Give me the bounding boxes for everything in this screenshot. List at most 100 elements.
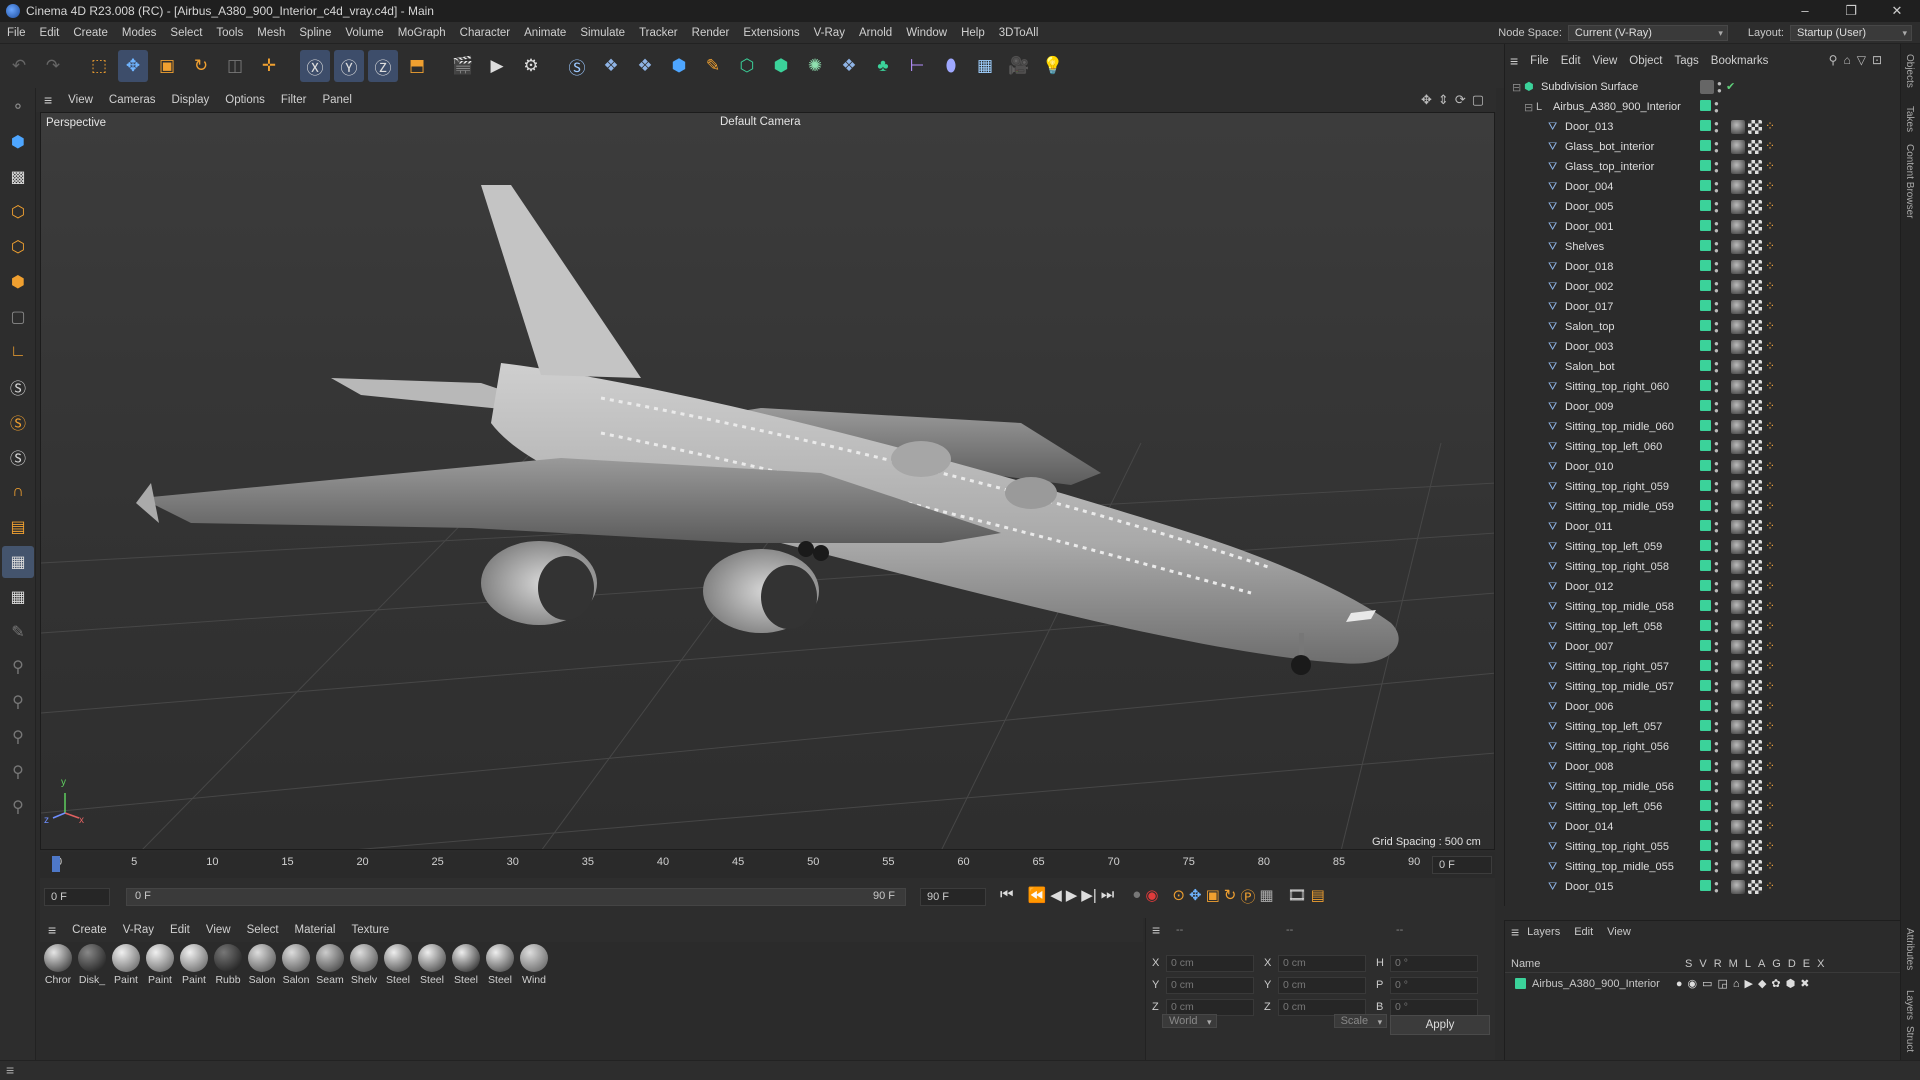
maximize-button[interactable]: ❐ — [1828, 0, 1874, 22]
layer-color-swatch[interactable] — [1700, 760, 1711, 771]
tree-row[interactable]: ⛛ Sitting_top_right_059 ● ● ⁘ — [1504, 477, 1884, 497]
tree-row[interactable]: ⛛ Door_006 ● ● ⁘ — [1504, 697, 1884, 717]
visibility-dots[interactable]: ● ● — [1714, 340, 1720, 355]
material-hamburger-icon[interactable]: ≡ — [40, 922, 64, 938]
tree-row[interactable]: ⛛ Sitting_top_midle_057 ● ● ⁘ — [1504, 677, 1884, 697]
material-tag-icon[interactable]: ⁘ — [1765, 340, 1779, 354]
layers-column-header[interactable]: V — [1699, 958, 1706, 970]
uvw-tag-icon[interactable] — [1748, 580, 1762, 594]
visibility-dots[interactable]: ● ● — [1714, 540, 1720, 555]
phong-tag-icon[interactable] — [1731, 400, 1745, 414]
material-tag-icon[interactable]: ⁘ — [1765, 180, 1779, 194]
menu-help[interactable]: Help — [954, 27, 992, 39]
visibility-dots[interactable]: ● ● — [1714, 720, 1720, 735]
phong-tag-icon[interactable] — [1731, 240, 1745, 254]
obj-menu-object[interactable]: Object — [1623, 55, 1668, 67]
3d-viewport[interactable]: y z x — [40, 112, 1495, 850]
menu-render[interactable]: Render — [685, 27, 737, 39]
phong-tag-icon[interactable] — [1731, 420, 1745, 434]
layers-column-header[interactable]: E — [1803, 958, 1810, 970]
phong-tag-icon[interactable] — [1731, 520, 1745, 534]
coords-value-field[interactable]: 0 ° — [1390, 954, 1478, 972]
material-swatch[interactable]: Wind — [518, 944, 550, 1060]
locked-workplane-icon[interactable]: ▦ — [2, 581, 34, 613]
menu-edit[interactable]: Edit — [33, 27, 67, 39]
uvw-tag-icon[interactable] — [1748, 820, 1762, 834]
visibility-dots[interactable]: ● ● — [1714, 420, 1720, 435]
menu-create[interactable]: Create — [66, 27, 115, 39]
object-hamburger-icon[interactable]: ≡ — [1504, 53, 1524, 69]
close-button[interactable]: ✕ — [1874, 0, 1920, 22]
coords-value-field[interactable]: 0 cm — [1166, 954, 1254, 972]
viewport-camera-label[interactable]: Default Camera — [720, 116, 801, 128]
visibility-dots[interactable]: ● ● — [1714, 800, 1720, 815]
sculpt-tool-icon[interactable]: ⚲ — [2, 651, 34, 683]
tab-objects[interactable]: Objects — [1904, 54, 1915, 88]
material-tag-icon[interactable]: ⁘ — [1765, 480, 1779, 494]
phong-tag-icon[interactable] — [1731, 180, 1745, 194]
obj-search-filter-icons[interactable]: ⚲⌂▽⊡ — [1829, 53, 1888, 67]
tab-attributes[interactable]: Attributes — [1904, 928, 1915, 970]
end-frame-field[interactable]: 90 F — [920, 888, 986, 906]
tree-row-group[interactable]: ⊟ L Airbus_A380_900_Interior ● ● — [1504, 97, 1884, 117]
tree-row[interactable]: ⛛ Door_002 ● ● ⁘ — [1504, 277, 1884, 297]
layers-column-header[interactable]: G — [1772, 958, 1781, 970]
uvw-tag-icon[interactable] — [1748, 380, 1762, 394]
tree-row[interactable]: ⛛ Sitting_top_midle_060 ● ● ⁘ — [1504, 417, 1884, 437]
uvw-tag-icon[interactable] — [1748, 780, 1762, 794]
mat-menu-material[interactable]: Material — [287, 924, 344, 936]
uvw-tag-icon[interactable] — [1748, 280, 1762, 294]
sculpt-tool-4-icon[interactable]: ⚲ — [2, 756, 34, 788]
material-tag-icon[interactable]: ⁘ — [1765, 740, 1779, 754]
viewport-menu-view[interactable]: View — [60, 94, 101, 106]
visibility-dots[interactable]: ● ● — [1714, 260, 1720, 275]
tree-row[interactable]: ⛛ Sitting_top_left_057 ● ● ⁘ — [1504, 717, 1884, 737]
layers-column-header[interactable]: R — [1714, 958, 1722, 970]
collapse-icon[interactable]: ⊟ — [1524, 101, 1536, 114]
y-axis-lock-icon[interactable]: Ⓨ — [334, 50, 364, 82]
tree-row[interactable]: ⛛ Door_001 ● ● ⁘ — [1504, 217, 1884, 237]
tree-row[interactable]: ⛛ Door_012 ● ● ⁘ — [1504, 577, 1884, 597]
layer-color-swatch[interactable] — [1700, 380, 1711, 391]
python-script-2-icon[interactable]: ❖ — [630, 50, 660, 82]
texture-mode-icon[interactable]: ▩ — [2, 161, 34, 193]
layer-color-swatch[interactable] — [1700, 440, 1711, 451]
material-tag-icon[interactable]: ⁘ — [1765, 300, 1779, 314]
phong-tag-icon[interactable] — [1731, 840, 1745, 854]
layer-color-swatch[interactable] — [1700, 800, 1711, 811]
uvw-tag-icon[interactable] — [1748, 500, 1762, 514]
magnet-icon[interactable]: ∩ — [2, 476, 34, 508]
coords-value-field[interactable]: 0 cm — [1278, 998, 1366, 1016]
tree-row[interactable]: ⛛ Sitting_top_right_058 ● ● ⁘ — [1504, 557, 1884, 577]
obj-menu-view[interactable]: View — [1587, 55, 1624, 67]
menu-mograph[interactable]: MoGraph — [391, 27, 453, 39]
phong-tag-icon[interactable] — [1731, 600, 1745, 614]
uvw-tag-icon[interactable] — [1748, 460, 1762, 474]
world-axis-icon[interactable]: ✛ — [254, 50, 284, 82]
material-tag-icon[interactable]: ⁘ — [1765, 200, 1779, 214]
tree-row[interactable]: ⛛ Sitting_top_midle_058 ● ● ⁘ — [1504, 597, 1884, 617]
visibility-dots[interactable]: ● ● — [1714, 600, 1720, 615]
visibility-dots[interactable]: ● ● — [1714, 880, 1720, 895]
material-swatch[interactable]: Shelv — [348, 944, 380, 1060]
sculpt-tool-3-icon[interactable]: ⚲ — [2, 721, 34, 753]
render-region-icon[interactable]: 🎬 — [448, 50, 478, 82]
phong-tag-icon[interactable] — [1731, 640, 1745, 654]
coordinate-system-icon[interactable]: ⬒ — [402, 50, 432, 82]
previous-key-icon[interactable]: ⏪ — [1028, 886, 1047, 907]
layer-color-swatch[interactable] — [1515, 978, 1526, 989]
layout-dropdown[interactable]: Startup (User) — [1790, 25, 1912, 41]
phong-tag-icon[interactable] — [1731, 380, 1745, 394]
visibility-dots[interactable]: ● ● — [1714, 660, 1720, 675]
layer-color-swatch[interactable] — [1700, 460, 1711, 471]
visibility-dots[interactable]: ● ● — [1714, 120, 1720, 135]
material-swatch[interactable]: Salon — [246, 944, 278, 1060]
menu-modes[interactable]: Modes — [115, 27, 164, 39]
go-to-end-icon[interactable]: ⏭ — [1101, 886, 1115, 907]
phong-tag-icon[interactable] — [1731, 320, 1745, 334]
edges-mode-icon[interactable]: ⬡ — [2, 231, 34, 263]
material-tag-icon[interactable]: ⁘ — [1765, 440, 1779, 454]
uvw-tag-icon[interactable] — [1748, 400, 1762, 414]
layers-column-header[interactable]: A — [1758, 958, 1765, 970]
phong-tag-icon[interactable] — [1731, 700, 1745, 714]
